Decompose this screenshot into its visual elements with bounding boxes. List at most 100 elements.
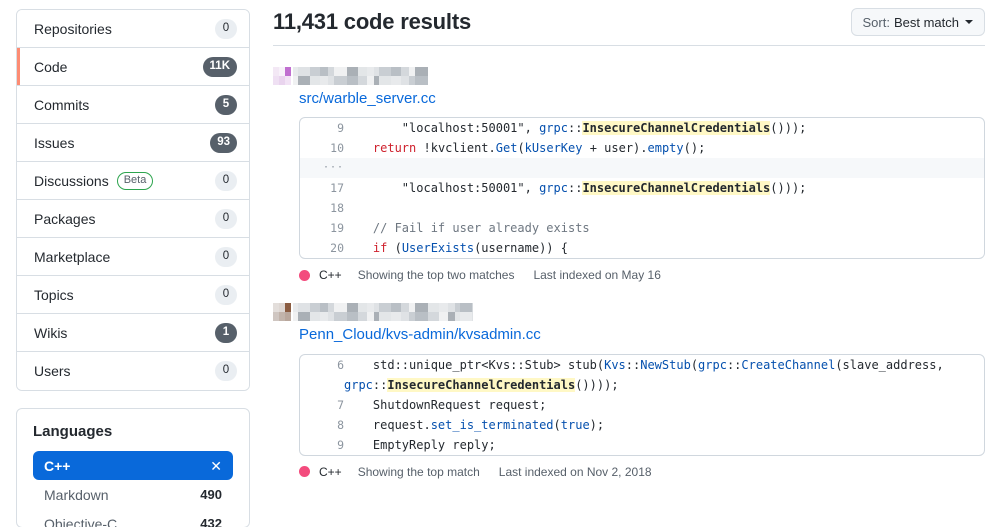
code-line: 9 "localhost:50001", grpc::InsecureChann… (300, 118, 984, 138)
sidebar-item-count: 0 (215, 246, 237, 267)
sidebar-item-left: Users (34, 364, 71, 378)
code-line: 9 EmptyReply reply; (300, 435, 984, 455)
beta-badge: Beta (116, 171, 154, 190)
line-number: 9 (337, 437, 344, 452)
result-metadata: C++ Showing the top two matches Last index… (299, 268, 985, 282)
search-match-highlight: InsecureChannelCredentials (582, 121, 771, 136)
repository-name-redacted[interactable] (273, 66, 985, 85)
repository-name-redacted[interactable] (273, 302, 985, 321)
sidebar-item-label: Code (34, 58, 68, 75)
language-filter-markdown[interactable]: Markdown 490 (33, 480, 233, 509)
sidebar-item-count: 0 (215, 170, 237, 191)
sidebar-item-left: Commits (34, 98, 89, 112)
sidebar-item-marketplace[interactable]: Marketplace 0 (17, 238, 249, 276)
code-line-content: EmptyReply reply; (344, 437, 496, 452)
code-line: 6 std::unique_ptr<Kvs::Stub> stub(Kvs::N… (300, 355, 984, 395)
language-count: 432 (200, 516, 222, 527)
sidebar-item-users[interactable]: Users 0 (17, 352, 249, 390)
line-number: 9 (337, 121, 344, 136)
result-language: C++ (319, 464, 342, 479)
result-language: C++ (319, 268, 342, 283)
sidebar-item-label: Discussions (34, 172, 109, 189)
results-header: 11,431 code results Sort: Best match (273, 0, 985, 40)
sidebar-item-issues[interactable]: Issues 93 (17, 124, 249, 162)
code-line: 19 // Fail if user already exists (300, 218, 984, 238)
sidebar-item-left: Issues (34, 136, 74, 150)
sidebar-item-topics[interactable]: Topics 0 (17, 276, 249, 314)
file-path-link[interactable]: Penn_Cloud/kvs-admin/kvsadmin.cc (299, 325, 541, 345)
language-filter-selected-cpp[interactable]: C++ ✕ (33, 451, 233, 480)
language-label: Markdown (44, 486, 109, 503)
sort-dropdown-button[interactable]: Sort: Best match (850, 8, 985, 36)
page-title: 11,431 code results (273, 9, 471, 34)
sidebar-item-left: Wikis (34, 326, 67, 340)
code-line: 10 return !kvclient.Get(kUserKey + user)… (300, 138, 984, 158)
code-line-content: // Fail if user already exists (372, 221, 590, 236)
sidebar-item-label: Commits (34, 96, 90, 113)
language-label: Objective-C (44, 515, 118, 527)
sidebar-item-packages[interactable]: Packages 0 (17, 200, 249, 238)
chevron-down-icon (965, 20, 973, 24)
sidebar-item-label: Issues (34, 134, 75, 151)
code-line: 20 if (UserExists(username)) { (300, 238, 984, 258)
line-number: 19 (330, 221, 344, 236)
results-main: 11,431 code results Sort: Best match src… (250, 0, 997, 479)
sidebar-item-label: Marketplace (34, 248, 111, 265)
sort-value: Best match (893, 14, 959, 30)
code-line-content: return !kvclient.Get(kUserKey + user).em… (372, 141, 706, 156)
search-match-highlight: InsecureChannelCredentials (582, 181, 771, 196)
language-count: 490 (200, 487, 222, 502)
sidebar-item-left: Topics (34, 288, 74, 302)
code-line-content: if (UserExists(username)) { (372, 241, 568, 256)
language-label: C++ (44, 457, 71, 474)
code-result: Penn_Cloud/kvs-admin/kvsadmin.cc6 std::u… (273, 282, 985, 479)
line-number: 20 (330, 241, 344, 256)
sort-label: Sort: (862, 14, 890, 30)
sidebar-item-label: Wikis (34, 324, 68, 341)
sidebar-item-wikis[interactable]: Wikis 1 (17, 314, 249, 352)
matches-summary: Showing the top match (357, 464, 480, 479)
code-line-content: std::unique_ptr<Kvs::Stub> stub(Kvs::New… (344, 357, 951, 392)
sidebar-item-left: Discussions Beta (34, 171, 154, 190)
code-snippet: 6 std::unique_ptr<Kvs::Stub> stub(Kvs::N… (299, 353, 985, 456)
code-snippet: 9 "localhost:50001", grpc::InsecureChann… (299, 117, 985, 260)
sidebar-item-count: 0 (215, 284, 237, 305)
code-line: 7 ShutdownRequest request; (300, 395, 984, 415)
sidebar-item-count: 0 (215, 208, 237, 229)
line-number: 8 (337, 417, 344, 432)
sidebar-item-label: Packages (34, 210, 96, 227)
sidebar-item-count: 11K (202, 56, 237, 77)
line-number: ··· (322, 162, 344, 174)
code-fold-row[interactable]: ··· (300, 158, 984, 179)
result-metadata: C++ Showing the top match Last indexed on … (299, 465, 985, 479)
code-line-content: "localhost:50001", grpc::InsecureChannel… (401, 181, 807, 196)
close-icon[interactable]: ✕ (210, 459, 222, 473)
sidebar: Repositories 0 Code 11K Commits 5 Issues 93 Disc… (0, 0, 250, 527)
search-results-page: Repositories 0 Code 11K Commits 5 Issues 93 Disc… (0, 0, 997, 527)
sidebar-item-count: 93 (210, 132, 237, 153)
sidebar-item-label: Users (34, 363, 71, 379)
last-indexed-date: Last indexed on May 16 (533, 268, 661, 283)
code-result: src/warble_server.cc 9 "localhost:50001",… (273, 46, 985, 282)
sidebar-item-commits[interactable]: Commits 5 (17, 86, 249, 124)
sidebar-item-left: Marketplace (34, 250, 110, 264)
line-number: 17 (330, 181, 344, 196)
sidebar-item-count: 5 (215, 94, 237, 115)
sidebar-item-count: 0 (215, 361, 237, 381)
sidebar-item-discussions[interactable]: Discussions Beta 0 (17, 162, 249, 200)
results-list: src/warble_server.cc 9 "localhost:50001",… (273, 46, 985, 479)
languages-heading: Languages (33, 423, 113, 440)
code-line-content (344, 158, 984, 178)
line-number: 18 (330, 201, 344, 216)
code-line: 17 "localhost:50001", grpc::InsecureChan… (300, 178, 984, 198)
file-path-link[interactable]: src/warble_server.cc (299, 89, 436, 109)
language-filter-objective-c[interactable]: Objective-C 432 (33, 509, 233, 527)
code-line-content: request.set_is_terminated(true); (344, 417, 605, 432)
line-number: 7 (337, 397, 344, 412)
code-line-content: ShutdownRequest request; (344, 397, 547, 412)
last-indexed-date: Last indexed on Nov 2, 2018 (498, 464, 652, 479)
search-match-highlight: InsecureChannelCredentials (387, 377, 576, 392)
sidebar-item-repositories[interactable]: Repositories 0 (17, 10, 249, 48)
sidebar-item-code[interactable]: Code 11K (17, 48, 249, 86)
sidebar-item-label: Topics (34, 286, 74, 303)
